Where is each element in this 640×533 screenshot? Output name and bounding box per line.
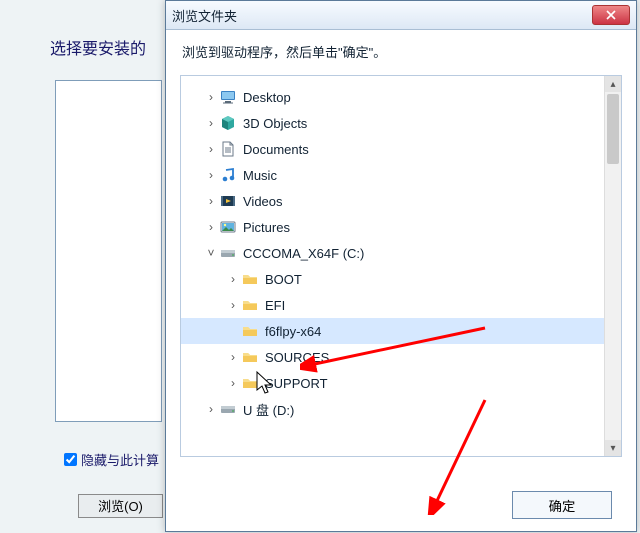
tree-node-label: U 盘 (D:): [243, 400, 294, 419]
folder-icon: [241, 374, 259, 392]
chevron-right-icon[interactable]: ›: [225, 376, 241, 390]
folder-tree-container: › Desktop › 3D Objects › Documents › Music › Vide…: [180, 75, 622, 457]
ok-button[interactable]: 确定: [512, 491, 612, 519]
close-button[interactable]: [592, 5, 630, 25]
tree-node-label: f6flpy-x64: [265, 324, 321, 339]
tree-node-documents[interactable]: › Documents: [181, 136, 617, 162]
tree-node-3d-objects[interactable]: › 3D Objects: [181, 110, 617, 136]
tree-node-desktop[interactable]: › Desktop: [181, 84, 617, 110]
tree-node-efi[interactable]: › EFI: [181, 292, 617, 318]
scroll-down-button[interactable]: ▾: [605, 440, 621, 456]
drive-icon: [219, 400, 237, 418]
folder-tree[interactable]: › Desktop › 3D Objects › Documents › Music › Vide…: [181, 76, 621, 457]
folder-icon: [241, 270, 259, 288]
doc-icon: [219, 140, 237, 158]
browse-folder-dialog: 浏览文件夹 浏览到驱动程序，然后单击"确定"。 › Desktop › 3D Obje…: [165, 0, 637, 532]
chevron-right-icon[interactable]: ›: [203, 402, 219, 416]
chevron-right-icon[interactable]: ›: [225, 350, 241, 364]
pic-icon: [219, 218, 237, 236]
tree-node-music[interactable]: › Music: [181, 162, 617, 188]
video-icon: [219, 192, 237, 210]
tree-node-label: EFI: [265, 298, 285, 313]
driver-listbox[interactable]: [55, 80, 162, 422]
drive-icon: [219, 244, 237, 262]
chevron-right-icon[interactable]: ›: [203, 194, 219, 208]
tree-node-label: BOOT: [265, 272, 302, 287]
chevron-right-icon[interactable]: ›: [203, 220, 219, 234]
tree-node-pictures[interactable]: › Pictures: [181, 214, 617, 240]
scroll-up-button[interactable]: ▴: [605, 76, 621, 92]
desktop-icon: [219, 88, 237, 106]
tree-node-label: SOURCES: [265, 350, 329, 365]
tree-node-label: SUPPORT: [265, 376, 328, 391]
folder-icon: [241, 296, 259, 314]
hide-checkbox-input[interactable]: [64, 453, 77, 466]
dialog-titlebar: 浏览文件夹: [166, 1, 636, 30]
dialog-instruction: 浏览到驱动程序，然后单击"确定"。: [166, 30, 636, 69]
chevron-right-icon[interactable]: ›: [225, 272, 241, 286]
tree-scrollbar[interactable]: ▴ ▾: [604, 76, 621, 456]
music-icon: [219, 166, 237, 184]
tree-node-sources[interactable]: › SOURCES: [181, 344, 617, 370]
tree-node-label: CCCOMA_X64F (C:): [243, 246, 364, 261]
tree-node-label: Videos: [243, 194, 283, 209]
chevron-right-icon[interactable]: ›: [203, 168, 219, 182]
tree-node-label: Music: [243, 168, 277, 183]
browse-button[interactable]: 浏览(O): [78, 494, 163, 518]
tree-node-f6flpy-x64[interactable]: f6flpy-x64: [181, 318, 617, 344]
close-icon: [606, 10, 616, 20]
chevron-right-icon[interactable]: ›: [225, 298, 241, 312]
hide-checkbox-label: 隐藏与此计算: [81, 450, 159, 469]
dialog-title: 浏览文件夹: [172, 6, 592, 25]
tree-node-support[interactable]: › SUPPORT: [181, 370, 617, 396]
parent-window-title: 选择要安装的: [50, 35, 146, 59]
tree-node-label: 3D Objects: [243, 116, 307, 131]
scroll-thumb[interactable]: [607, 94, 619, 164]
tree-node-label: Documents: [243, 142, 309, 157]
tree-node-label: Desktop: [243, 90, 291, 105]
tree-node-boot[interactable]: › BOOT: [181, 266, 617, 292]
tree-node-videos[interactable]: › Videos: [181, 188, 617, 214]
hide-incompatible-checkbox[interactable]: 隐藏与此计算: [60, 450, 159, 469]
chevron-down-icon[interactable]: ˅: [203, 246, 219, 260]
folder-icon: [241, 348, 259, 366]
dialog-button-row: 确定: [512, 491, 612, 519]
folder-icon: [241, 322, 259, 340]
tree-node-cccoma-x64f-c-[interactable]: ˅ CCCOMA_X64F (C:): [181, 240, 617, 266]
chevron-right-icon[interactable]: ›: [203, 116, 219, 130]
tree-node-u-d-[interactable]: › U 盘 (D:): [181, 396, 617, 422]
3d-icon: [219, 114, 237, 132]
chevron-right-icon[interactable]: ›: [203, 90, 219, 104]
tree-node-label: Pictures: [243, 220, 290, 235]
chevron-right-icon[interactable]: ›: [203, 142, 219, 156]
